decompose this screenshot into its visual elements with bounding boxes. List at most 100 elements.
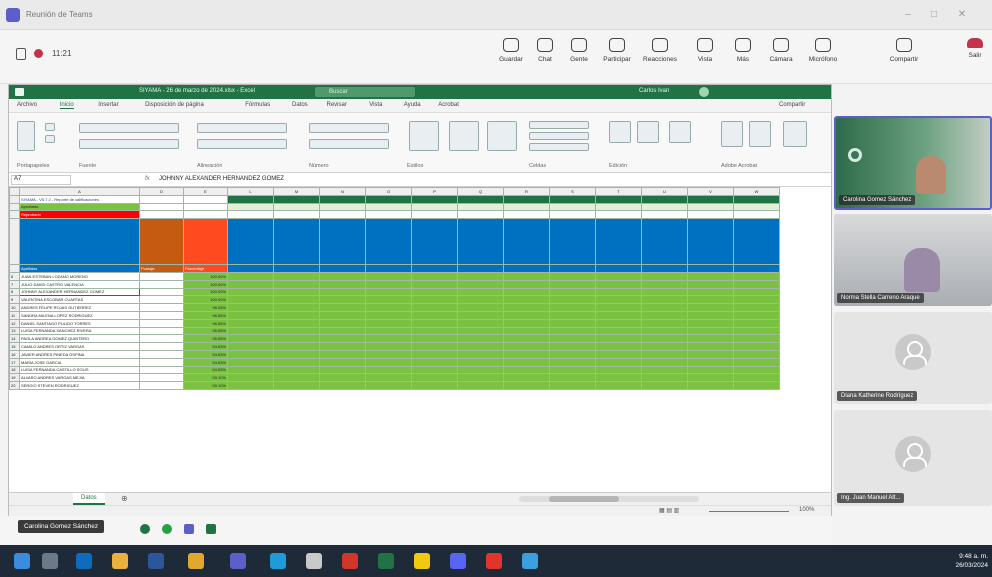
cell[interactable] <box>503 381 550 390</box>
cell[interactable] <box>503 349 550 359</box>
cell[interactable] <box>227 349 274 359</box>
cell[interactable] <box>687 326 734 336</box>
cell[interactable] <box>227 303 274 312</box>
student-name[interactable]: VALENTINA ESCOBAR CUARTAS <box>19 295 140 305</box>
cell[interactable] <box>457 295 504 305</box>
cell[interactable] <box>733 202 780 212</box>
percentage-cell[interactable]: 100.00% <box>183 295 228 305</box>
cell[interactable] <box>227 342 274 351</box>
cell[interactable] <box>503 310 550 320</box>
cell[interactable] <box>273 334 320 344</box>
cell[interactable] <box>139 271 184 281</box>
guardar-button[interactable]: Guardar <box>496 38 526 63</box>
row-header[interactable] <box>9 218 20 266</box>
cell[interactable] <box>365 279 412 289</box>
cell[interactable] <box>365 349 412 359</box>
table-row[interactable]: 10 ANDRES FELIPE ROJAS GUTIERREZ 98.28% <box>9 303 780 312</box>
create-pdf-icon[interactable] <box>721 121 743 147</box>
cell[interactable] <box>687 202 734 212</box>
column-header[interactable]: R <box>503 187 550 196</box>
row-header[interactable]: 9 <box>9 295 20 305</box>
column-header[interactable]: U <box>641 187 688 196</box>
cell[interactable] <box>139 310 184 320</box>
row-header[interactable] <box>9 264 20 273</box>
cell[interactable] <box>641 349 688 359</box>
table-row[interactable]: 6 JUAN ESTEBAN LOZANO MORENO 100.00% <box>9 271 780 281</box>
cell[interactable] <box>365 295 412 305</box>
percentage-cell[interactable]: 96.55% <box>183 310 228 320</box>
cell[interactable] <box>595 357 642 367</box>
cell[interactable] <box>411 365 458 375</box>
percentage-cell[interactable]: 93.10% <box>183 381 228 390</box>
cell[interactable] <box>641 194 688 204</box>
cell[interactable] <box>733 310 780 320</box>
tab-vista[interactable]: Vista <box>369 102 382 108</box>
student-name[interactable]: LUISA FERNANDA SANCHEZ RIVERA <box>19 326 140 336</box>
column-label[interactable]: Porcentaje <box>183 264 228 273</box>
cell[interactable] <box>319 381 366 390</box>
cell[interactable] <box>503 342 550 351</box>
cell[interactable] <box>733 357 780 367</box>
cell[interactable] <box>687 349 734 359</box>
cell[interactable] <box>457 310 504 320</box>
cell[interactable] <box>595 310 642 320</box>
cell[interactable] <box>733 287 780 297</box>
cell[interactable] <box>687 295 734 305</box>
cell[interactable] <box>319 357 366 367</box>
cell[interactable] <box>733 295 780 305</box>
cell[interactable] <box>273 295 320 305</box>
cell[interactable] <box>411 342 458 351</box>
table-row[interactable]: 8 JOHNNY ALEXANDER HERNANDEZ GOMEZ 100.00% <box>9 287 780 297</box>
row-header[interactable]: 8 <box>9 287 20 297</box>
cell[interactable] <box>733 218 780 266</box>
cell[interactable] <box>273 210 320 220</box>
cell[interactable] <box>319 326 366 336</box>
cell[interactable] <box>319 202 366 212</box>
column-header[interactable]: M <box>273 187 320 196</box>
share-button[interactable]: Compartir <box>779 102 805 108</box>
row-header[interactable]: 10 <box>9 303 20 312</box>
reaccionar-button[interactable]: Participar <box>600 38 634 63</box>
cell[interactable] <box>411 210 458 220</box>
cell[interactable] <box>365 303 412 312</box>
cell[interactable] <box>411 326 458 336</box>
cell[interactable] <box>687 342 734 351</box>
conditional-format-icon[interactable] <box>409 121 439 151</box>
cell[interactable] <box>227 287 274 297</box>
percentage-cell[interactable]: 96.55% <box>183 334 228 344</box>
row-header[interactable]: 7 <box>9 279 20 289</box>
camara-button[interactable]: Cámara <box>766 38 796 63</box>
cell[interactable] <box>457 334 504 344</box>
column-header[interactable]: E <box>183 187 228 196</box>
cell[interactable] <box>503 303 550 312</box>
column-header[interactable]: N <box>319 187 366 196</box>
table-row[interactable]: 19 ALVARO ANDRES VARGAS MEJIA 93.10% <box>9 373 780 383</box>
cell[interactable] <box>641 310 688 320</box>
cell[interactable] <box>183 218 228 266</box>
cell[interactable] <box>549 279 596 289</box>
file-explorer-icon[interactable] <box>112 553 128 569</box>
cell[interactable] <box>139 194 184 204</box>
discord-icon[interactable] <box>450 553 466 569</box>
cell[interactable] <box>641 373 688 383</box>
cell[interactable] <box>139 279 184 289</box>
cell[interactable] <box>319 287 366 297</box>
cell[interactable] <box>365 264 412 273</box>
word-icon[interactable] <box>148 553 164 569</box>
cell[interactable] <box>687 318 734 328</box>
cell[interactable] <box>549 271 596 281</box>
cell[interactable] <box>319 334 366 344</box>
tab-ayuda[interactable]: Ayuda <box>404 102 421 108</box>
cell[interactable] <box>227 194 274 204</box>
cell[interactable] <box>503 326 550 336</box>
cell[interactable] <box>411 279 458 289</box>
row-header[interactable]: 20 <box>9 381 20 390</box>
autosum-icon[interactable] <box>609 121 631 143</box>
edge-icon[interactable] <box>270 553 286 569</box>
font-format-icon[interactable] <box>79 139 179 149</box>
column-header[interactable]: T <box>595 187 642 196</box>
cell[interactable] <box>687 303 734 312</box>
cell[interactable] <box>139 210 184 220</box>
column-header[interactable]: W <box>733 187 780 196</box>
cell[interactable] <box>139 295 184 305</box>
